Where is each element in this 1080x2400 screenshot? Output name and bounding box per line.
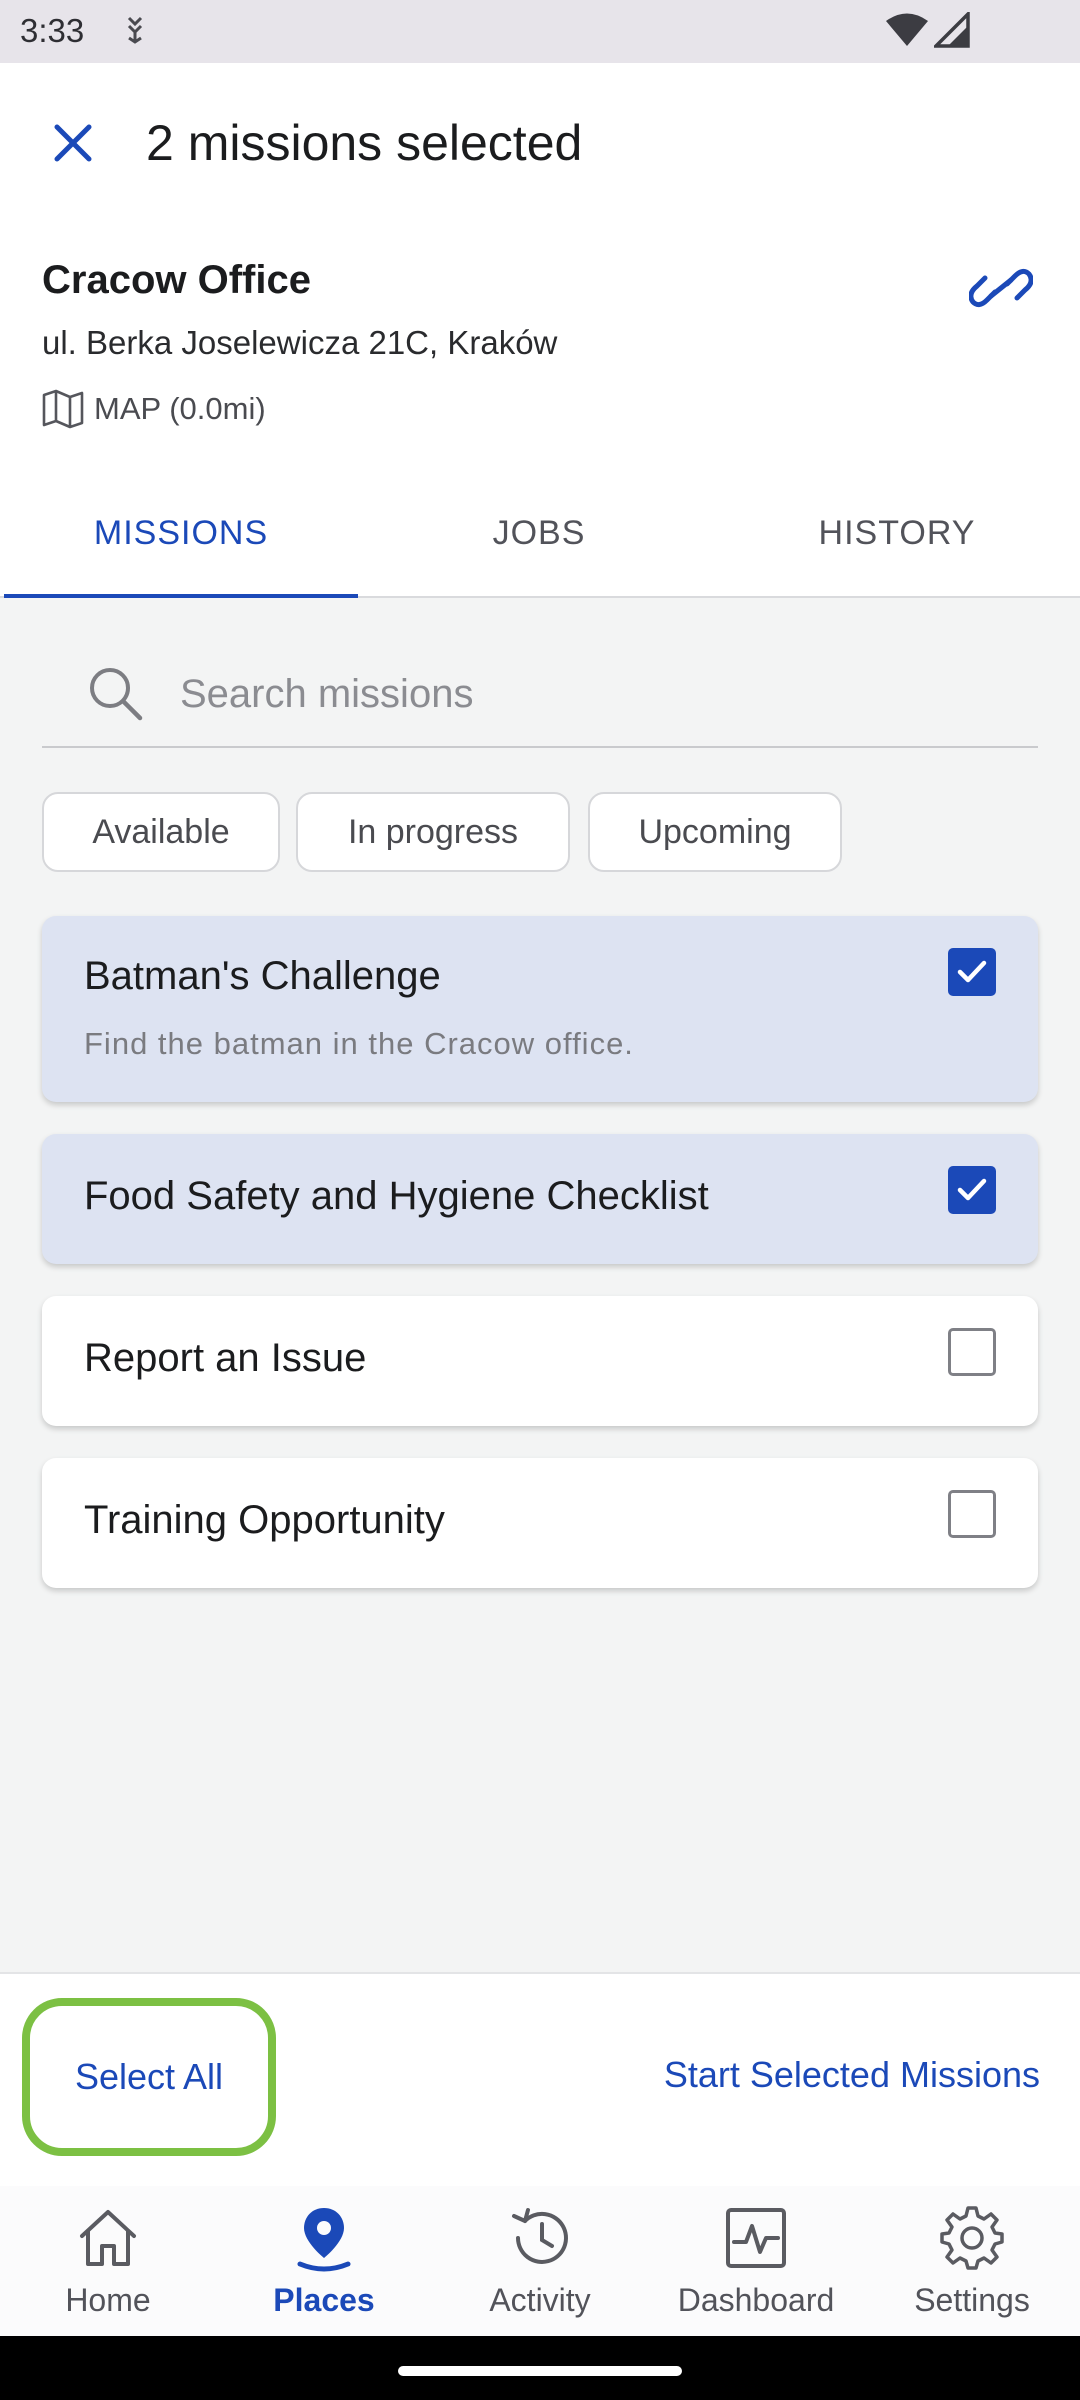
signal-icon — [934, 12, 970, 48]
nav-label: Home — [65, 2282, 151, 2318]
nav-item-home[interactable]: Home — [0, 2186, 216, 2336]
place-address: ul. Berka Joselewicza 21C, Kraków — [42, 324, 558, 361]
mission-checkbox[interactable] — [948, 948, 996, 996]
filter-chip-in-progress[interactable]: In progress — [296, 792, 570, 872]
close-icon[interactable] — [51, 121, 95, 165]
nav-item-places[interactable]: Places — [216, 2186, 432, 2336]
tab-jobs[interactable]: JOBS — [362, 470, 716, 596]
bottom-navigation: Home Places Activity Dashboard Settings — [0, 2186, 1080, 2336]
mission-description: Find the batman in the Cracow office. — [84, 1026, 634, 1061]
nav-label: Settings — [914, 2282, 1030, 2318]
map-distance-label: MAP (0.0mi) — [94, 391, 266, 426]
notification-icon — [127, 16, 143, 44]
filter-chip-upcoming[interactable]: Upcoming — [588, 792, 842, 872]
selection-action-bar: Select All Start Selected Missions — [0, 1972, 1080, 2186]
checkmark-icon — [957, 960, 987, 983]
map-link[interactable]: MAP (0.0mi) — [42, 384, 266, 434]
close-button[interactable] — [38, 108, 108, 178]
mission-title: Report an Issue — [84, 1336, 367, 1380]
mission-title: Batman's Challenge — [84, 954, 441, 998]
nav-label: Dashboard — [677, 2282, 835, 2318]
tab-missions[interactable]: MISSIONS — [4, 470, 358, 598]
page-title: 2 missions selected — [146, 115, 583, 171]
search-icon — [90, 668, 143, 721]
mission-checkbox[interactable] — [948, 1328, 996, 1376]
nav-item-settings[interactable]: Settings — [864, 2186, 1080, 2336]
tab-history[interactable]: HISTORY — [720, 470, 1074, 596]
tab-bar: MISSIONS JOBS HISTORY — [0, 470, 1080, 598]
link-button[interactable] — [966, 258, 1036, 318]
wifi-icon — [886, 13, 928, 46]
nav-label: Activity — [489, 2282, 591, 2318]
mission-card[interactable]: Food Safety and Hygiene Checklist — [42, 1134, 1038, 1264]
checkmark-icon — [957, 1178, 987, 1201]
history-icon — [512, 2208, 568, 2264]
system-gesture-bar — [0, 2336, 1080, 2400]
location-pin-icon — [297, 2208, 351, 2272]
mission-card[interactable]: Batman's Challenge Find the batman in th… — [42, 916, 1038, 1102]
place-name: Cracow Office — [42, 258, 311, 302]
nav-label: Places — [273, 2282, 375, 2318]
mission-card[interactable]: Training Opportunity — [42, 1458, 1038, 1588]
mission-checkbox[interactable] — [948, 1166, 996, 1214]
home-gesture-handle[interactable] — [398, 2366, 682, 2376]
home-icon — [80, 2210, 136, 2266]
nav-item-activity[interactable]: Activity — [432, 2186, 648, 2336]
gear-icon — [940, 2206, 1004, 2270]
status-time: 3:33 — [20, 12, 85, 49]
map-icon — [42, 389, 84, 429]
filter-chip-available[interactable]: Available — [42, 792, 280, 872]
mission-card[interactable]: Report an Issue — [42, 1296, 1038, 1426]
mission-checkbox[interactable] — [948, 1490, 996, 1538]
dashboard-icon — [726, 2208, 786, 2268]
search-bar[interactable] — [42, 640, 1038, 748]
nav-item-dashboard[interactable]: Dashboard — [648, 2186, 864, 2336]
link-icon[interactable] — [969, 262, 1033, 314]
mission-title: Food Safety and Hygiene Checklist — [84, 1174, 709, 1218]
search-input[interactable] — [180, 664, 1000, 724]
select-all-button[interactable]: Select All — [22, 1998, 276, 2156]
status-bar: 3:33 — [0, 0, 1080, 63]
start-selected-missions-button[interactable]: Start Selected Missions — [600, 2040, 1040, 2110]
mission-title: Training Opportunity — [84, 1498, 445, 1542]
